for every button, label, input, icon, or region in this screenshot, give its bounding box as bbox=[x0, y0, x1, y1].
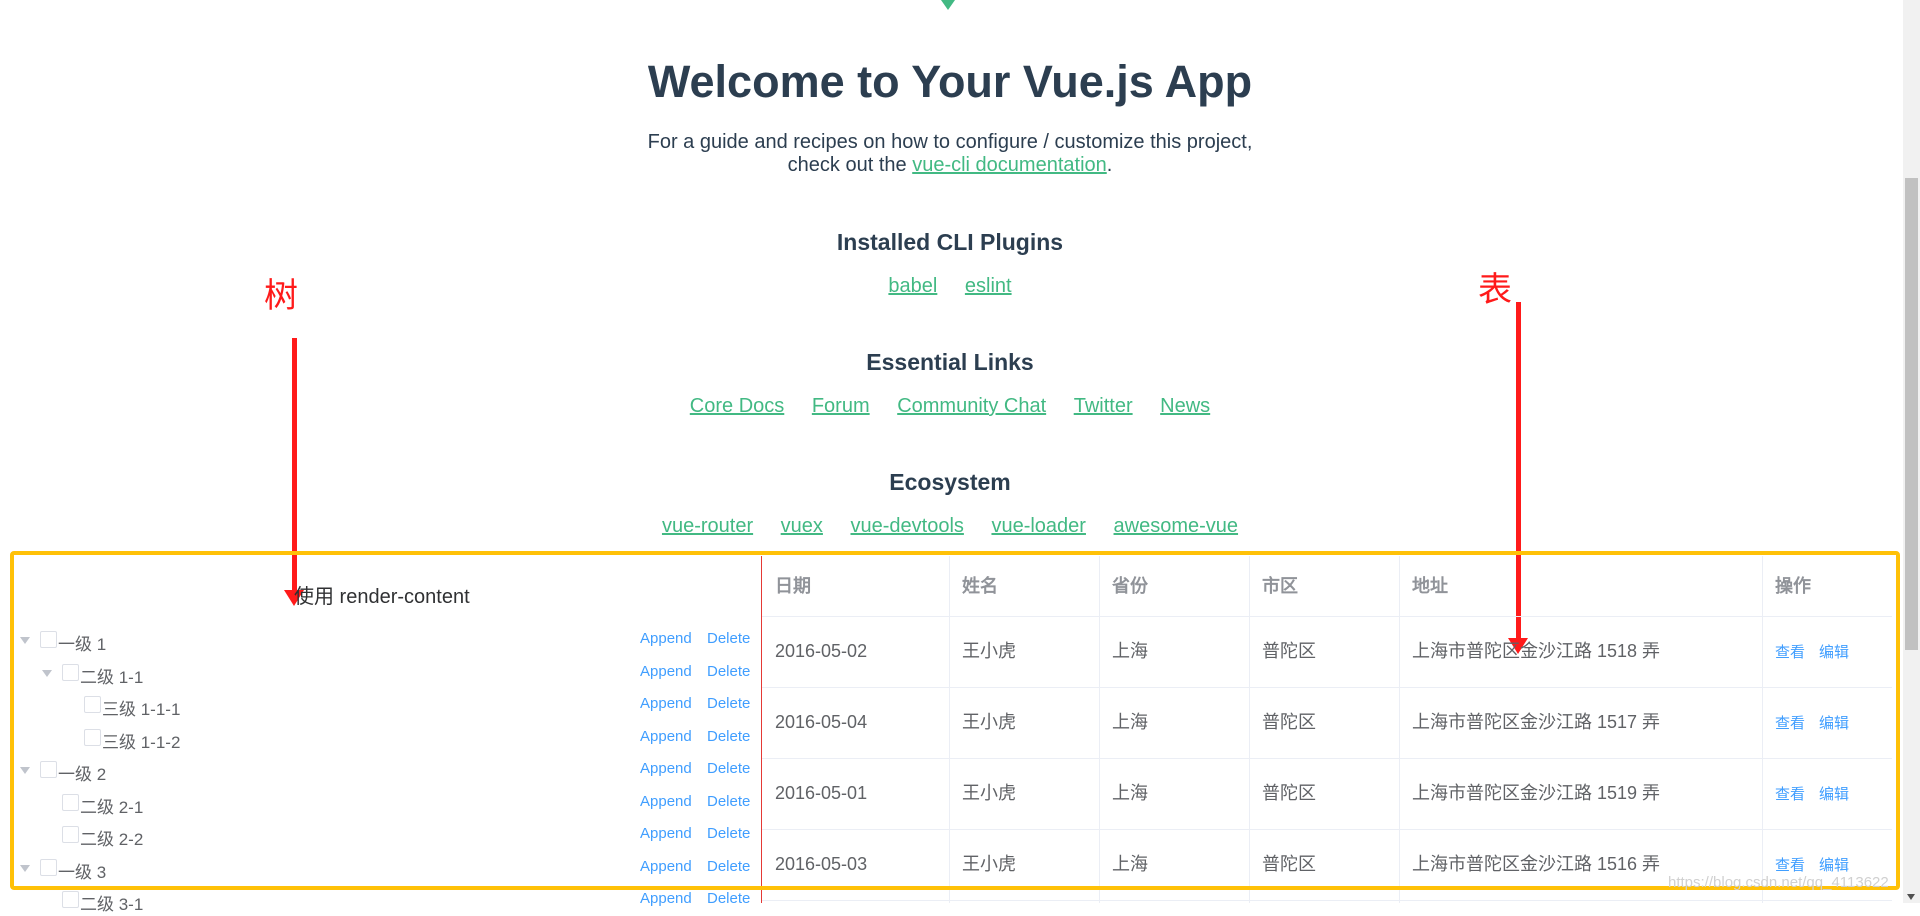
intro-line-2: check out the vue-cli documentation. bbox=[0, 154, 1900, 177]
delete-button[interactable]: Delete bbox=[707, 890, 750, 907]
essential-links-heading: Essential Links bbox=[866, 349, 1034, 375]
plugins-heading: Installed CLI Plugins bbox=[836, 229, 1064, 255]
vue-devtools-link[interactable]: vue-devtools bbox=[850, 515, 963, 537]
twitter-link[interactable]: Twitter bbox=[1074, 395, 1133, 417]
scrollbar-thumb[interactable] bbox=[1905, 178, 1918, 650]
eslint-link[interactable]: eslint bbox=[965, 275, 1012, 297]
vue-logo-fragment bbox=[941, 0, 955, 10]
intro-line-1: For a guide and recipes on how to config… bbox=[647, 131, 1253, 153]
append-button[interactable]: Append bbox=[640, 890, 692, 907]
vuex-link[interactable]: vuex bbox=[781, 515, 823, 537]
intro-suffix: . bbox=[1106, 154, 1113, 176]
community-chat-link[interactable]: Community Chat bbox=[897, 395, 1046, 417]
table-annotation-label: 表 bbox=[1478, 270, 1512, 310]
highlight-frame bbox=[10, 551, 1900, 890]
scroll-down-icon[interactable] bbox=[1907, 894, 1915, 900]
row-divider bbox=[762, 900, 1892, 901]
news-link[interactable]: News bbox=[1160, 395, 1210, 417]
awesome-vue-link[interactable]: awesome-vue bbox=[1114, 515, 1239, 537]
tree-node-checkbox[interactable] bbox=[62, 891, 79, 908]
tree-annotation-label: 树 bbox=[264, 276, 298, 316]
page-title: Welcome to Your Vue.js App bbox=[647, 56, 1253, 107]
ecosystem-heading: Ecosystem bbox=[889, 469, 1011, 495]
core-docs-link[interactable]: Core Docs bbox=[690, 395, 784, 417]
intro-prefix: check out the bbox=[787, 154, 907, 176]
vue-cli-docs-link[interactable]: vue-cli documentation bbox=[912, 154, 1107, 176]
vue-router-link[interactable]: vue-router bbox=[662, 515, 753, 537]
tree-node[interactable]: 二级 3-1 Append Delete bbox=[14, 888, 754, 916]
essential-links: Core Docs Forum Community Chat Twitter N… bbox=[0, 395, 1900, 418]
page-scrollbar[interactable] bbox=[1903, 0, 1920, 903]
babel-link[interactable]: babel bbox=[888, 275, 937, 297]
vue-loader-link[interactable]: vue-loader bbox=[991, 515, 1086, 537]
forum-link[interactable]: Forum bbox=[812, 395, 870, 417]
ecosystem-links: vue-router vuex vue-devtools vue-loader … bbox=[0, 515, 1900, 538]
watermark: https://blog.csdn.net/qq_4113622 bbox=[1668, 874, 1889, 891]
